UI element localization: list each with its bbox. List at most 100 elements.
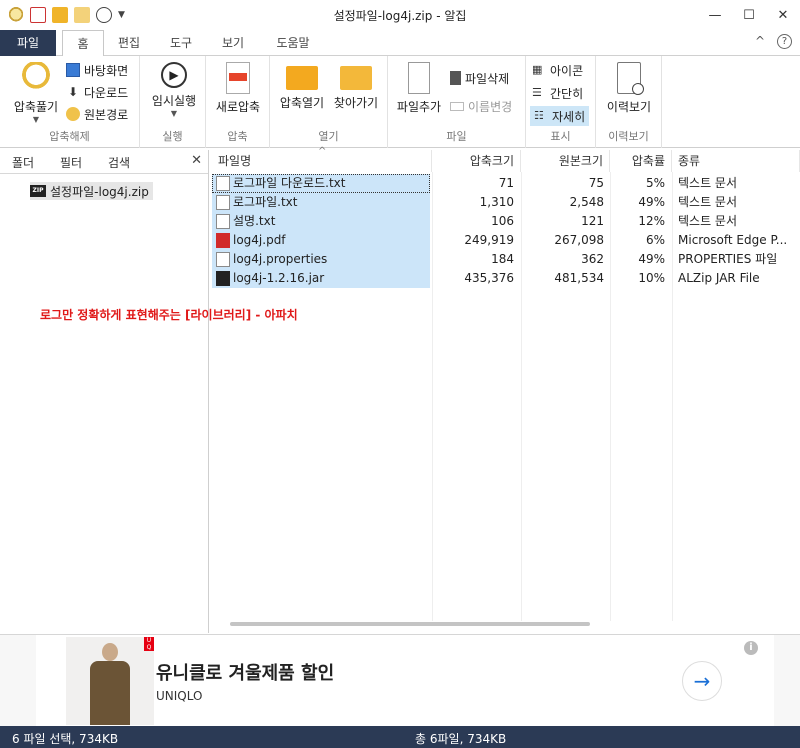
grid-icon: ▦ [532,63,543,76]
add-file-button[interactable]: 파일추가 [394,62,444,115]
person-figure [90,643,130,725]
zip-icon[interactable] [30,7,46,23]
temp-run-button[interactable]: ▶ 임시실행 ▼ [146,62,202,118]
quick-access-toolbar: ▼ [0,0,125,30]
column-header-ratio[interactable]: 압축률 [610,150,672,172]
compression-ratio: 10% [638,271,665,285]
ad-title[interactable]: 유니클로 겨울제품 할인 [156,659,334,685]
horizontal-scrollbar[interactable] [230,622,590,626]
file-list: ^ 파일명 압축크기 원본크기 압축률 종류 로그파일 다운로드.txt 71 75… [212,146,800,633]
arrow-right-icon[interactable]: → [682,661,722,701]
file-name: 로그파일.txt [233,195,298,209]
file-name: log4j.properties [233,252,328,266]
extract-downloads-button[interactable]: ⬇ 다운로드 [66,82,128,102]
tab-home[interactable]: 홈 [62,30,104,57]
extract-desktop-button[interactable]: 바탕화면 [66,60,128,80]
collapse-ribbon-icon[interactable]: ^ [755,34,765,49]
play-icon[interactable] [96,7,112,23]
extract-button[interactable]: 압축풀기 ▼ [8,62,64,124]
original-size: 481,534 [554,271,604,285]
add-file-icon [408,62,430,94]
trash-icon [450,71,461,85]
desktop-icon [66,63,80,77]
compressed-size: 106 [491,214,514,228]
ad-banner[interactable]: UQ 유니클로 겨울제품 할인 UNIQLO → i [0,634,800,727]
group-history: 이력보기 이력보기 [596,56,662,148]
table-row[interactable]: log4j.properties 184 362 49% PROPERTIES 파일 [212,250,800,269]
view-simple-button[interactable]: ☰ 간단히 [532,83,583,103]
file-type: 텍스트 문서 [678,214,738,228]
info-icon[interactable]: i [744,641,758,655]
open-folder-icon[interactable] [52,7,68,23]
compression-ratio: 5% [645,176,665,190]
original-size: 75 [588,176,604,190]
minimize-button[interactable]: — [698,0,732,30]
extract-original-path-button[interactable]: 원본경로 [66,104,128,124]
app-icon[interactable] [8,7,24,23]
customize-dropdown-icon[interactable]: ▼ [118,10,125,20]
tab-folder[interactable]: 폴더 [12,154,34,171]
close-pane-icon[interactable]: ✕ [191,153,202,168]
tab-search[interactable]: 검색 [108,154,130,171]
file-name: log4j-1.2.16.jar [233,271,325,285]
table-row[interactable]: 로그파일.txt 1,310 2,548 49% 텍스트 문서 [212,193,800,212]
text-file-icon [216,176,230,191]
view-icons-button[interactable]: ▦ 아이콘 [532,60,583,80]
history-clock-icon [617,62,644,95]
compression-ratio: 6% [645,233,665,247]
tab-view[interactable]: 보기 [212,30,254,56]
original-path-icon [66,107,80,121]
table-row[interactable]: 설명.txt 106 121 12% 텍스트 문서 [212,212,800,231]
status-bar: 6 파일 선택, 734KB 총 6파일, 734KB [0,726,800,748]
group-run: ▶ 임시실행 ▼ 실행 [140,56,206,148]
group-open: 압축열기 찾아가기 열기 [270,56,388,148]
tab-tools[interactable]: 도구 [160,30,202,56]
tree-item-archive[interactable]: ZIP 설정파일-log4j.zip [30,182,153,200]
close-button[interactable]: ✕ [766,0,800,30]
ribbon: 압축풀기 ▼ 바탕화면 ⬇ 다운로드 원본경로 압축해제 ▶ 임시실행 ▼ 실행… [0,56,800,148]
status-total: 총 6파일, 734KB [415,732,507,746]
original-size: 362 [581,252,604,266]
dropdown-caret-icon: ▼ [32,115,40,124]
title-bar: ▼ 설정파일-log4j.zip - 알집 — ☐ ✕ [0,0,800,30]
new-compress-button[interactable]: 새로압축 [210,62,266,115]
delete-file-button[interactable]: 파일삭제 [450,68,509,88]
column-header-name[interactable]: 파일명 [212,150,432,172]
details-icon: ☷ [534,109,544,122]
table-row[interactable]: log4j-1.2.16.jar 435,376 481,534 10% ALZip J… [212,269,800,288]
download-icon: ⬇ [67,85,79,99]
file-name: 로그파일 다운로드.txt [233,176,346,190]
original-size: 267,098 [554,233,604,247]
table-row[interactable]: log4j.pdf 249,919 267,098 6% Microsoft Edge … [212,231,800,250]
file-icon [216,252,230,267]
tab-edit[interactable]: 편집 [108,30,150,56]
file-name: 설명.txt [233,214,276,228]
tab-help[interactable]: 도움말 [268,30,318,56]
find-button[interactable]: 찾아가기 [330,62,382,111]
group-compress: 새로압축 압축 [206,56,270,148]
annotation-text: 로그만 정확하게 표현해주는 [라이브러리] - 아파치 [40,308,298,322]
column-header-original[interactable]: 원본크기 [521,150,610,172]
open-archive-button[interactable]: 압축열기 [276,62,328,111]
zip-archive-icon: ZIP [30,185,46,197]
extract-icon[interactable] [74,7,90,23]
table-row[interactable]: 로그파일 다운로드.txt 71 75 5% 텍스트 문서 [212,174,800,193]
ad-image[interactable]: UQ [66,637,154,725]
compressed-size: 435,376 [464,271,514,285]
column-header-type[interactable]: 종류 [672,150,800,172]
help-icon[interactable]: ? [777,34,792,49]
column-header-compressed[interactable]: 압축크기 [432,150,521,172]
maximize-button[interactable]: ☐ [732,0,766,30]
dropdown-caret-icon: ▼ [170,109,178,118]
compressed-size: 184 [491,252,514,266]
compressed-size: 1,310 [479,195,514,209]
folder-pane: 폴더 필터 검색 ✕ ZIP 설정파일-log4j.zip [0,150,209,633]
mascot-icon [20,62,52,94]
group-view: ▦ 아이콘 ☰ 간단히 ☷ 자세히 표시 [526,56,596,148]
file-type: Microsoft Edge P... [678,233,788,247]
history-button[interactable]: 이력보기 [602,62,656,115]
rename-button[interactable]: 이름변경 [450,96,512,116]
view-details-button[interactable]: ☷ 자세히 [530,106,590,126]
tab-file[interactable]: 파일 [0,30,56,56]
tab-filter[interactable]: 필터 [60,154,82,171]
